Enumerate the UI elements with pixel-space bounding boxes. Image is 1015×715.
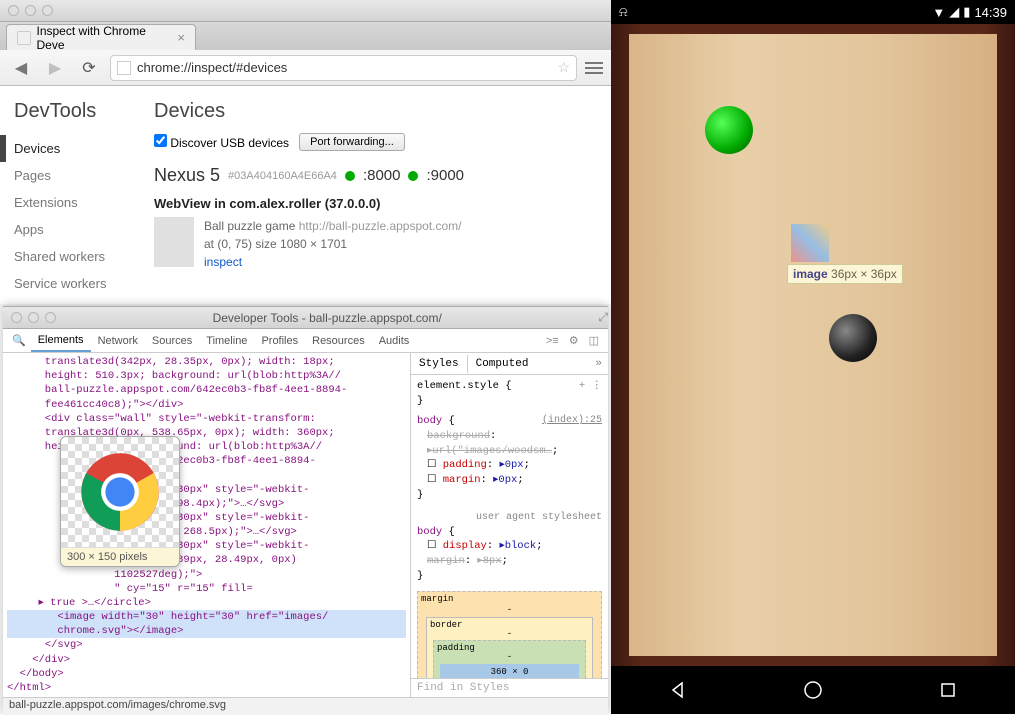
dt-close-dot[interactable]: [11, 312, 22, 323]
port-8000: :8000: [363, 167, 401, 184]
window-close-dot[interactable]: [8, 5, 19, 16]
port-status-dot: [345, 171, 355, 181]
console-icon[interactable]: >≡: [541, 335, 564, 347]
tab-elements[interactable]: Elements: [31, 330, 91, 352]
device-row: Nexus 5 #03A404160A4E66A4 :8000 :9000: [154, 165, 597, 186]
rule-source[interactable]: (index):25: [542, 414, 602, 428]
port-9000: :9000: [426, 167, 464, 184]
device-hash: #03A404160A4E66A4: [228, 170, 337, 182]
battery-icon: ▮: [963, 4, 970, 20]
tab-audits[interactable]: Audits: [372, 331, 417, 351]
computed-tab[interactable]: Computed: [468, 355, 537, 373]
tab-network[interactable]: Network: [91, 331, 145, 351]
back-button[interactable]: ◀: [8, 55, 34, 81]
sidebar-item-apps[interactable]: Apps: [14, 216, 130, 243]
window-max-dot[interactable]: [42, 5, 53, 16]
wifi-icon: ▼: [932, 5, 945, 20]
styles-panel: Styles Computed » element.style {+ ⋮ } b…: [410, 353, 608, 697]
inspect-devices-page: DevTools Devices Pages Extensions Apps S…: [0, 86, 611, 304]
dark-ball[interactable]: [829, 314, 877, 362]
bookmark-icon[interactable]: ☆: [557, 59, 570, 76]
port-status-dot: [408, 171, 418, 181]
signal-icon: ◢: [949, 4, 959, 20]
devtools-tabs: 🔍 Elements Network Sources Timeline Prof…: [3, 329, 608, 353]
android-app-frame: image 36px × 36px: [611, 24, 1015, 666]
styles-body[interactable]: element.style {+ ⋮ } body {(index):25 ba…: [411, 375, 608, 678]
game-surface[interactable]: image 36px × 36px: [629, 34, 997, 656]
android-home-button[interactable]: [799, 676, 827, 704]
port-forwarding-button[interactable]: Port forwarding...: [299, 133, 405, 151]
tooltip-caption: 300 × 150 pixels: [61, 547, 179, 566]
sidebar-item-devices[interactable]: Devices: [0, 135, 130, 162]
tab-profiles[interactable]: Profiles: [254, 331, 305, 351]
image-preview-tooltip: 300 × 150 pixels: [60, 436, 180, 567]
url-text: chrome://inspect/#devices: [137, 60, 287, 75]
tab-favicon: [17, 31, 31, 45]
main-title: Devices: [154, 100, 597, 123]
webview-url: http://ball-puzzle.appspot.com/: [299, 219, 462, 233]
sidebar-title: DevTools: [14, 100, 130, 123]
search-icon[interactable]: 🔍: [7, 334, 31, 347]
element-hover-tooltip: image 36px × 36px: [787, 264, 903, 284]
inspected-image-overlay: [791, 224, 829, 262]
android-status-bar: ⍾ ▼ ◢ ▮ 14:39: [611, 0, 1015, 24]
more-tabs-icon[interactable]: »: [589, 358, 608, 370]
dt-expand-icon[interactable]: ⤢: [598, 310, 608, 325]
android-nav-bar: [611, 666, 1015, 714]
forward-button: ▶: [42, 55, 68, 81]
clock: 14:39: [974, 5, 1007, 20]
tooltip-tag: image: [793, 267, 828, 281]
gear-icon[interactable]: ⚙: [564, 334, 584, 347]
browser-toolbar: ◀ ▶ ⟳ chrome://inspect/#devices ☆: [0, 50, 611, 86]
tab-sources[interactable]: Sources: [145, 331, 199, 351]
styles-tab[interactable]: Styles: [411, 355, 468, 373]
webview-thumb: [154, 217, 194, 267]
device-name: Nexus 5: [154, 165, 220, 186]
android-back-button[interactable]: [664, 676, 692, 704]
tab-close-icon[interactable]: ×: [177, 30, 185, 45]
discover-usb-checkbox[interactable]: Discover USB devices: [154, 134, 289, 150]
webview-page-name: Ball puzzle game: [204, 219, 295, 233]
tooltip-dims: 36px × 36px: [831, 267, 897, 281]
tab-strip: Inspect with Chrome Deve ×: [0, 22, 611, 50]
ua-stylesheet-label: user agent stylesheet: [417, 511, 602, 525]
devtools-status-bar: ball-puzzle.appspot.com/images/chrome.sv…: [3, 697, 608, 715]
tab-resources[interactable]: Resources: [305, 331, 372, 351]
tab-title: Inspect with Chrome Deve: [37, 24, 172, 52]
mac-titlebar: [0, 0, 611, 22]
webview-row: Ball puzzle game http://ball-puzzle.apps…: [154, 217, 597, 271]
find-in-styles[interactable]: Find in Styles: [411, 678, 608, 697]
tab-timeline[interactable]: Timeline: [199, 331, 254, 351]
webview-title: WebView in com.alex.roller (37.0.0.0): [154, 196, 597, 211]
element-style-rule: element.style {: [417, 380, 512, 392]
inspect-link[interactable]: inspect: [204, 255, 242, 269]
window-min-dot[interactable]: [25, 5, 36, 16]
inspect-main: Devices Discover USB devices Port forwar…: [154, 100, 597, 290]
sidebar-item-service-workers[interactable]: Service workers: [14, 270, 130, 297]
chrome-logo-icon: [77, 449, 163, 535]
sidebar-item-extensions[interactable]: Extensions: [14, 189, 130, 216]
dt-min-dot[interactable]: [28, 312, 39, 323]
inspect-sidebar: DevTools Devices Pages Extensions Apps S…: [14, 100, 130, 290]
android-debug-icon: ⍾: [619, 4, 628, 19]
chrome-menu-icon[interactable]: [585, 62, 603, 74]
webview-coords: at (0, 75) size 1080 × 1701: [204, 237, 347, 251]
reload-button[interactable]: ⟳: [76, 55, 102, 81]
android-recent-button[interactable]: [934, 676, 962, 704]
page-icon: [117, 61, 131, 75]
sidebar-item-pages[interactable]: Pages: [14, 162, 130, 189]
dock-icon[interactable]: ◫: [584, 334, 604, 347]
dt-max-dot[interactable]: [45, 312, 56, 323]
browser-tab[interactable]: Inspect with Chrome Deve ×: [6, 24, 196, 50]
dt-window-title: Developer Tools - ball-puzzle.appspot.co…: [62, 311, 592, 325]
address-bar[interactable]: chrome://inspect/#devices ☆: [110, 55, 577, 81]
sidebar-item-shared-workers[interactable]: Shared workers: [14, 243, 130, 270]
android-device: ⍾ ▼ ◢ ▮ 14:39 image 36px × 36px: [611, 0, 1015, 714]
box-model: margin- border- padding-360 × 0: [417, 591, 602, 678]
green-ball[interactable]: [705, 106, 753, 154]
